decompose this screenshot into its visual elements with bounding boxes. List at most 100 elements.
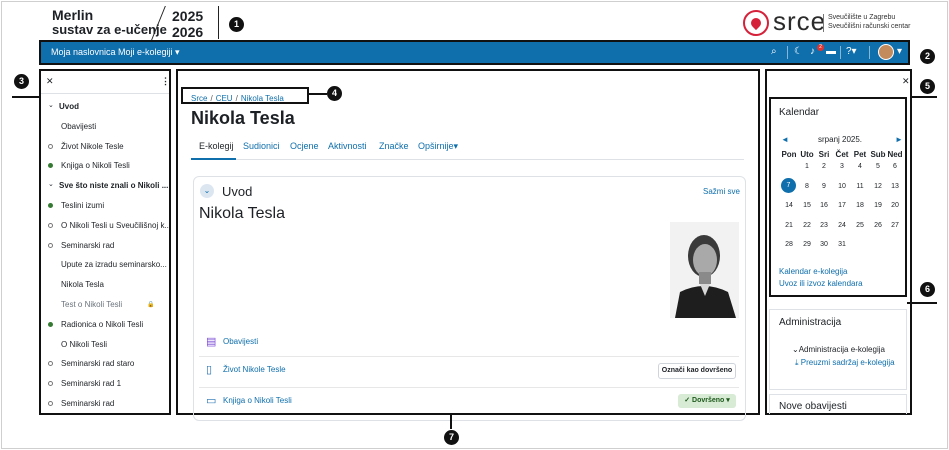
- calendar-day[interactable]: 18: [851, 202, 869, 209]
- sidebar-item-label: O Nikoli Tesli: [61, 339, 108, 349]
- sidebar-item[interactable]: O Nikoli Tesli: [41, 337, 169, 356]
- calendar-day[interactable]: 5: [869, 163, 887, 170]
- calendar-day[interactable]: 3: [833, 163, 851, 170]
- sidebar-item[interactable]: Upute za izradu seminarsko...: [41, 257, 169, 276]
- sidebar-item[interactable]: ⌄ Sve što niste znali o Nikoli ...: [41, 178, 169, 197]
- sidebar-item[interactable]: Nikola Tesla: [41, 277, 169, 296]
- nav-courses-link[interactable]: Moji e-kolegiji ▾: [118, 47, 180, 58]
- course-admin-link[interactable]: ⌄Administracija e-kolegija: [792, 345, 885, 354]
- calendar-weekday: Ned: [887, 150, 903, 159]
- calendar-day[interactable]: 1: [798, 163, 816, 170]
- breadcrumb-item[interactable]: Nikola Tesla: [241, 94, 284, 103]
- calendar-day[interactable]: 15: [798, 202, 816, 209]
- sidebar-item[interactable]: Život Nikole Tesle: [41, 139, 169, 158]
- calendar-day[interactable]: 23: [815, 222, 833, 229]
- activity-link[interactable]: Knjiga o Nikoli Tesli: [223, 396, 292, 405]
- close-icon[interactable]: ✕: [902, 76, 910, 87]
- chevron-down-icon[interactable]: ⌄: [200, 184, 214, 198]
- calendar-day[interactable]: 16: [815, 202, 833, 209]
- activity-row[interactable]: ▤ Obavijesti: [199, 329, 739, 355]
- tab-participants[interactable]: Sudionici: [243, 141, 280, 151]
- calendar-day[interactable]: 4: [851, 163, 869, 170]
- search-icon[interactable]: ⌕: [771, 46, 777, 57]
- calendar-day[interactable]: 14: [780, 202, 798, 209]
- chevron-down-icon: ▾: [175, 47, 180, 57]
- download-course-link[interactable]: ⤓ Preuzmi sadržaj e-kolegija: [795, 358, 895, 368]
- bell-icon[interactable]: ♪: [810, 46, 815, 57]
- sidebar-item[interactable]: Teslini izumi: [41, 198, 169, 217]
- incomplete-circle-icon: [48, 381, 53, 387]
- tab-grades[interactable]: Ocjene: [290, 141, 319, 151]
- breadcrumb-item[interactable]: Srce: [191, 94, 207, 103]
- callout-line: [907, 302, 937, 304]
- calendar-day[interactable]: 17: [833, 202, 851, 209]
- calendar-day[interactable]: 20: [886, 202, 904, 209]
- calendar-day[interactable]: 22: [798, 222, 816, 229]
- sidebar-item[interactable]: Seminarski rad 1: [41, 376, 169, 395]
- sidebar-item-label: Upute za izradu seminarsko...: [61, 260, 167, 270]
- dark-mode-icon[interactable]: ☾: [794, 46, 803, 57]
- sidebar-item[interactable]: Seminarski rad: [41, 396, 169, 413]
- kebab-menu-icon[interactable]: ⋮: [161, 76, 169, 87]
- calendar-day[interactable]: 8: [798, 183, 816, 190]
- calendar-day[interactable]: 30: [815, 241, 833, 248]
- calendar-day[interactable]: 29: [798, 241, 816, 248]
- activity-link[interactable]: Obavijesti: [223, 337, 258, 346]
- calendar-day[interactable]: 19: [869, 202, 887, 209]
- calendar-weekday: Sri: [818, 150, 830, 159]
- collapse-all-link[interactable]: Sažmi sve: [703, 187, 740, 196]
- tab-badges[interactable]: Značke: [379, 141, 409, 151]
- page-title: Nikola Tesla: [191, 108, 295, 128]
- sidebar-item[interactable]: Seminarski rad staro: [41, 356, 169, 375]
- calendar-day[interactable]: 28: [780, 241, 798, 248]
- sidebar-item[interactable]: Seminarski rad: [41, 238, 169, 257]
- calendar-weekday: Pet: [853, 150, 867, 159]
- sidebar-item[interactable]: Obavijesti: [41, 119, 169, 138]
- calendar-day[interactable]: 10: [833, 183, 851, 190]
- avatar[interactable]: [878, 44, 894, 60]
- calendar-today[interactable]: 7: [781, 178, 796, 193]
- activity-link[interactable]: Život Nikole Tesle: [223, 365, 286, 374]
- brand-title: Merlin: [52, 7, 94, 23]
- chat-icon[interactable]: ▬: [826, 46, 836, 57]
- calendar-day[interactable]: 13: [886, 183, 904, 190]
- calendar-day[interactable]: 26: [869, 222, 887, 229]
- close-icon[interactable]: ✕: [46, 76, 54, 87]
- nav-home-link[interactable]: Moja naslovnica: [51, 47, 116, 57]
- tab-more[interactable]: Opširnije▾: [418, 141, 458, 152]
- help-icon[interactable]: ?▾: [846, 46, 857, 57]
- calendar-day[interactable]: 11: [851, 183, 869, 190]
- next-month-icon[interactable]: ►: [895, 135, 903, 144]
- tab-more-label: Opširnije: [418, 141, 454, 151]
- tab-activities[interactable]: Aktivnosti: [328, 141, 367, 151]
- sidebar-item[interactable]: ⌄ Uvod: [41, 99, 169, 118]
- sidebar-item-label: Sve što niste znali o Nikoli ...: [59, 181, 169, 191]
- sidebar-item[interactable]: Knjiga o Nikoli Tesli: [41, 158, 169, 177]
- prev-month-icon[interactable]: ◄: [781, 135, 789, 144]
- completion-badge[interactable]: ✓ Dovršeno ▾: [678, 394, 736, 408]
- chevron-down-icon[interactable]: ▾: [897, 46, 902, 57]
- calendar-course-link[interactable]: Kalendar e-kolegija: [779, 267, 848, 276]
- calendar-day[interactable]: 31: [833, 241, 851, 248]
- sidebar-item[interactable]: Radionica o Nikoli Tesli: [41, 317, 169, 336]
- calendar-day[interactable]: 21: [780, 222, 798, 229]
- calendar-weekday: Uto: [800, 150, 814, 159]
- calendar-day[interactable]: 12: [869, 183, 887, 190]
- calendar-day[interactable]: 2: [815, 163, 833, 170]
- activity-row[interactable]: ▭ Knjiga o Nikoli Tesli: [199, 387, 739, 413]
- org-name-line2: Sveučilišni računski centar: [828, 23, 911, 30]
- calendar-import-link[interactable]: Uvoz ili izvoz kalendara: [779, 279, 863, 288]
- callout-line: [450, 415, 452, 429]
- calendar-day[interactable]: 27: [886, 222, 904, 229]
- calendar-title: Kalendar: [779, 107, 820, 118]
- calendar-day[interactable]: 24: [833, 222, 851, 229]
- calendar-day[interactable]: 9: [815, 183, 833, 190]
- calendar-day[interactable]: 6: [886, 163, 904, 170]
- breadcrumb-item[interactable]: CEU: [216, 94, 233, 103]
- tab-course[interactable]: E-kolegij: [199, 141, 234, 151]
- calendar-day[interactable]: 25: [851, 222, 869, 229]
- sidebar-item[interactable]: Test o Nikoli Tesli 🔒: [41, 297, 169, 316]
- sidebar-item[interactable]: O Nikoli Tesli u Sveučilišnoj k...: [41, 218, 169, 237]
- mark-done-button[interactable]: Označi kao dovršeno: [658, 363, 736, 379]
- chevron-down-icon: ⌄: [48, 181, 54, 189]
